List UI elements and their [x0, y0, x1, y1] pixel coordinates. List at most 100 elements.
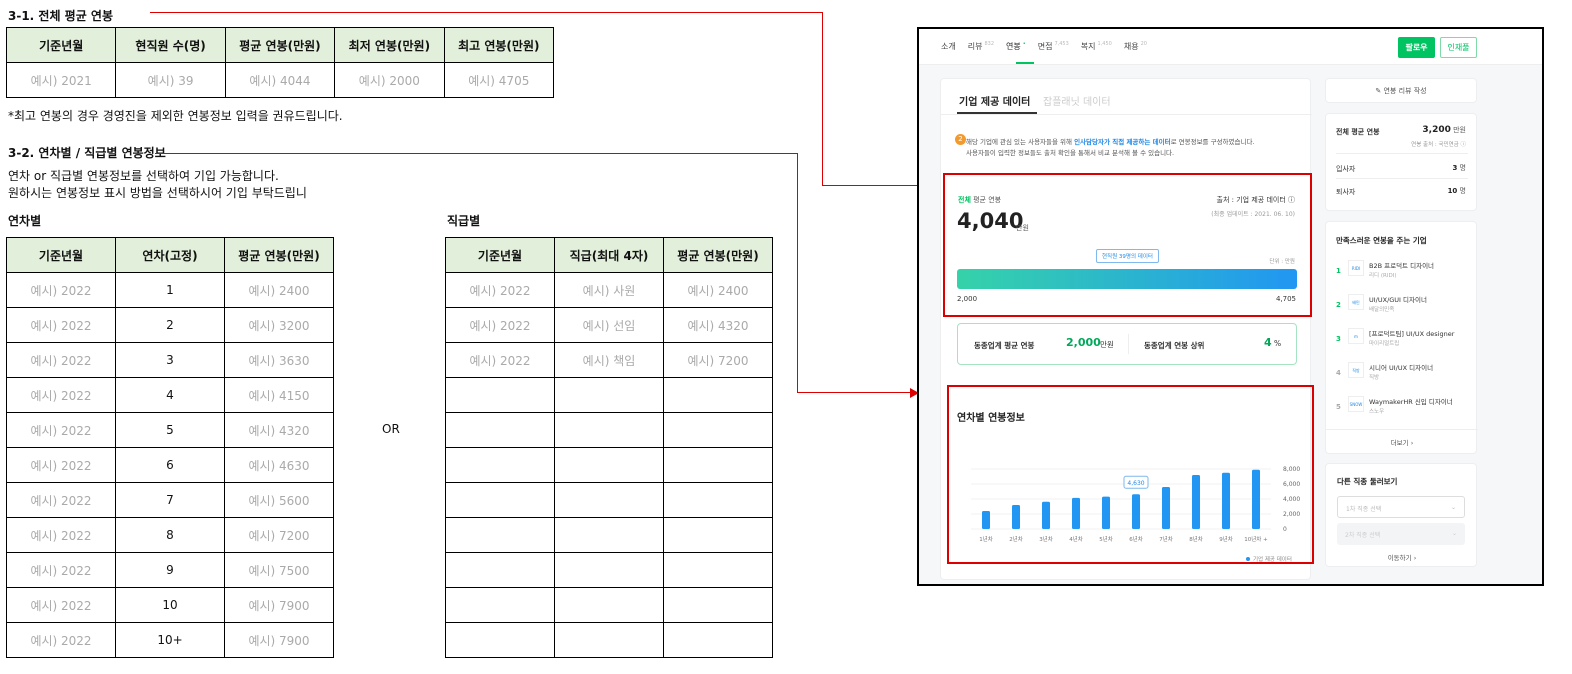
table-cell[interactable]: 예시) 2400 [224, 272, 334, 308]
table-cell[interactable]: 예시) 2022 [6, 377, 116, 413]
table-row: 예시) 2022 예시) 책임 예시) 7200 [445, 342, 773, 378]
table-cell[interactable]: 예시) 2400 [663, 272, 773, 308]
table-row: 예시) 2022 4 예시) 4150 [6, 377, 334, 413]
table-cell[interactable]: 예시) 2021 [5, 62, 117, 98]
table-cell[interactable]: 10 [115, 587, 225, 623]
nav-tab-2[interactable]: 연봉 • [1006, 41, 1026, 52]
table-cell[interactable]: 7 [115, 482, 225, 518]
table-cell[interactable]: 예시) 사원 [554, 272, 664, 308]
table-cell[interactable]: 예시) 4320 [224, 412, 334, 448]
table-cell[interactable] [554, 517, 664, 553]
table-cell[interactable]: 예시) 4320 [663, 307, 773, 343]
table-cell[interactable]: 예시) 7900 [224, 622, 334, 658]
table-cell[interactable]: 예시) 7900 [224, 587, 334, 623]
table-cell[interactable] [445, 552, 555, 588]
write-review-button[interactable]: ✎ 연봉 리뷰 작성 [1325, 78, 1477, 103]
table-cell[interactable] [663, 377, 773, 413]
table-cell[interactable]: 예시) 2022 [6, 342, 116, 378]
job-category-2-select[interactable]: 2차 직종 선택 ⌄ [1337, 523, 1465, 545]
table-cell[interactable] [445, 377, 555, 413]
nav-tab-1[interactable]: 리뷰 832 [968, 41, 994, 52]
table-cell[interactable]: 예시) 7200 [663, 342, 773, 378]
more-link[interactable]: 더보기 › [1326, 437, 1478, 447]
table-cell[interactable] [445, 622, 555, 658]
table-cell[interactable]: 예시) 3630 [224, 342, 334, 378]
follow-button[interactable]: 팔로우 [1398, 37, 1435, 58]
table-cell[interactable]: 예시) 7500 [224, 552, 334, 588]
table-cell[interactable] [663, 587, 773, 623]
section2-desc2: 원하시는 연봉정보 표시 방법을 선택하시어 기입 부탁드립니 [8, 186, 307, 200]
table-cell[interactable]: 1 [115, 272, 225, 308]
table-cell[interactable]: 예시) 4044 [224, 62, 336, 98]
nav-tab-4[interactable]: 복지 1,450 [1081, 41, 1112, 52]
company-item[interactable]: 3 m [프로덕트팀] UI/UX designer 마이리얼트립 [1326, 326, 1478, 360]
table-cell[interactable]: 8 [115, 517, 225, 553]
table-cell[interactable] [554, 587, 664, 623]
nav-tab-0[interactable]: 소개 [941, 41, 956, 52]
table-cell[interactable]: 예시) 2022 [6, 482, 116, 518]
table-cell[interactable] [445, 447, 555, 483]
table-cell[interactable] [663, 552, 773, 588]
table-cell[interactable] [663, 622, 773, 658]
table-cell[interactable]: 예시) 2022 [445, 342, 555, 378]
table-cell[interactable]: 예시) 4630 [224, 447, 334, 483]
table-cell[interactable]: 예시) 4705 [443, 62, 555, 98]
go-link[interactable]: 이동하기 › [1326, 552, 1478, 562]
table-cell[interactable] [663, 517, 773, 553]
table-cell[interactable] [554, 447, 664, 483]
table-cell[interactable]: 예시) 2022 [6, 307, 116, 343]
table-cell[interactable]: 예시) 2022 [6, 412, 116, 448]
table-cell[interactable] [554, 412, 664, 448]
table-cell[interactable]: 3 [115, 342, 225, 378]
table-row: 예시) 2022 5 예시) 4320 [6, 412, 334, 448]
table-cell[interactable] [554, 622, 664, 658]
table-cell[interactable]: 예시) 39 [115, 62, 226, 98]
table-cell[interactable]: 예시) 4150 [224, 377, 334, 413]
table-cell[interactable]: 예시) 5600 [224, 482, 334, 518]
table-cell[interactable]: 예시) 선임 [554, 307, 664, 343]
table-cell[interactable]: 6 [115, 447, 225, 483]
company-item[interactable]: 2 배민 UI/UX/GUI 디자이너 배달의민족 [1326, 292, 1478, 326]
company-item[interactable]: 1 RIDI B2B 프로덕트 디자이너 리디 (RIDI) [1326, 258, 1478, 292]
table-cell[interactable]: 예시) 2022 [6, 622, 116, 658]
table-cell[interactable] [554, 377, 664, 413]
table-cell[interactable]: 예시) 2022 [445, 307, 555, 343]
table-row: 예시) 2022 10+ 예시) 7900 [6, 622, 334, 658]
company-item[interactable]: 4 직방 시니어 UI/UX 디자이너 직방 [1326, 360, 1478, 394]
table-cell[interactable]: 예시) 책임 [554, 342, 664, 378]
table-cell[interactable]: 예시) 3200 [224, 307, 334, 343]
table-row: 예시) 2022 2 예시) 3200 [6, 307, 334, 343]
company-item[interactable]: 5 SNOW WaymakerHR 신입 디자이너 스노우 [1326, 394, 1478, 428]
table-cell[interactable] [663, 412, 773, 448]
table-cell[interactable] [445, 412, 555, 448]
tab-jobplanet-data[interactable]: 잡플래닛 데이터 [1043, 93, 1111, 108]
job-category-1-select[interactable]: 1차 직종 선택 ⌄ [1337, 496, 1465, 518]
job-title: B2B 프로덕트 디자이너 [1369, 262, 1435, 270]
table-cell[interactable]: 2 [115, 307, 225, 343]
table-cell[interactable]: 예시) 2022 [6, 587, 116, 623]
table-cell[interactable] [554, 552, 664, 588]
nav-tab-3[interactable]: 면접 7,453 [1038, 41, 1069, 52]
tab-company-data[interactable]: 기업 제공 데이터 [959, 93, 1030, 108]
table-cell[interactable]: 예시) 2022 [6, 447, 116, 483]
table-cell[interactable]: 예시) 2022 [6, 272, 116, 308]
talent-pool-button[interactable]: 인재풀 [1440, 37, 1477, 58]
notice-highlight: 인사담당자가 직접 제공하는 데이터 [1074, 138, 1171, 146]
table-cell[interactable] [554, 482, 664, 518]
nav-tab-5[interactable]: 채용 20 [1124, 41, 1147, 52]
table-cell[interactable] [445, 482, 555, 518]
table-cell[interactable]: 예시) 7200 [224, 517, 334, 553]
table-cell[interactable]: 예시) 2000 [334, 62, 445, 98]
table-cell[interactable] [445, 587, 555, 623]
table-cell[interactable] [663, 482, 773, 518]
table-cell[interactable] [663, 447, 773, 483]
table-cell[interactable]: 예시) 2022 [6, 552, 116, 588]
table-cell[interactable]: 9 [115, 552, 225, 588]
notice-part: 해당 기업에 관심 있는 사용자들을 위해 [966, 138, 1075, 146]
table-cell[interactable]: 예시) 2022 [6, 517, 116, 553]
table-cell[interactable] [445, 517, 555, 553]
table-cell[interactable]: 10+ [115, 622, 225, 658]
table-cell[interactable]: 4 [115, 377, 225, 413]
table-cell[interactable]: 예시) 2022 [445, 272, 555, 308]
table-cell[interactable]: 5 [115, 412, 225, 448]
